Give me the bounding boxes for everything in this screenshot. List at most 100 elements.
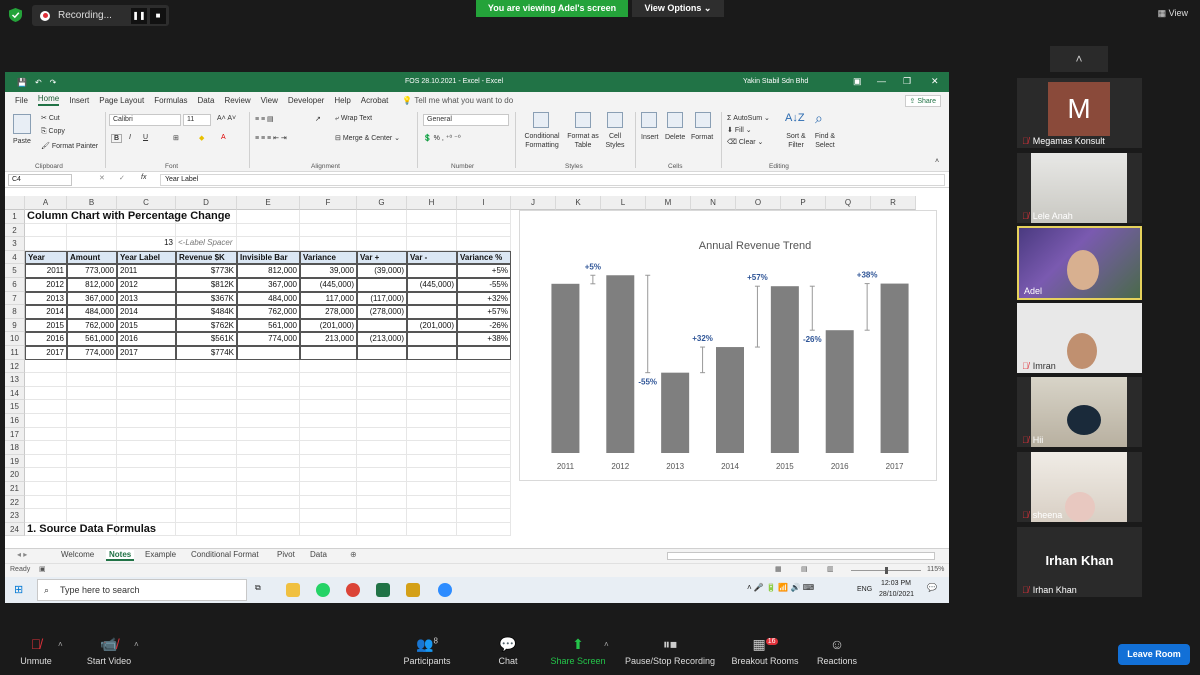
cell[interactable]: [457, 454, 511, 469]
table-cell[interactable]: 2015: [25, 318, 67, 333]
font-size-select[interactable]: 11: [183, 114, 211, 126]
undo-icon[interactable]: ↶: [35, 78, 42, 87]
cell[interactable]: [407, 468, 457, 482]
cell[interactable]: [457, 237, 511, 251]
participants-button[interactable]: 👥8 Participants: [398, 636, 456, 666]
cell[interactable]: [407, 223, 457, 238]
table-header-cell[interactable]: Variance %: [457, 250, 511, 265]
cell[interactable]: [237, 482, 300, 496]
insert-function-icon[interactable]: fx: [141, 174, 146, 181]
format-as-table-button[interactable]: Format as Table: [565, 132, 601, 150]
row-header-9[interactable]: 9: [5, 318, 25, 333]
column-header-a[interactable]: A: [25, 196, 67, 210]
cell[interactable]: [357, 482, 407, 496]
normal-view-icon[interactable]: ▦: [775, 565, 782, 573]
cell[interactable]: [300, 223, 357, 238]
row-header-12[interactable]: 12: [5, 359, 25, 374]
cell[interactable]: [176, 495, 237, 510]
cell[interactable]: [457, 210, 511, 224]
sort-filter-button[interactable]: Sort & Filter: [781, 132, 811, 150]
table-cell[interactable]: [357, 318, 407, 333]
cell[interactable]: [237, 414, 300, 428]
table-header-cell[interactable]: Variance: [300, 250, 357, 265]
cell[interactable]: [176, 441, 237, 455]
column-header-l[interactable]: L: [601, 196, 646, 210]
table-cell[interactable]: $773K: [176, 264, 237, 278]
column-header-e[interactable]: E: [237, 196, 300, 210]
windows-start-icon[interactable]: ⊞: [14, 583, 23, 596]
prev-sheet-icon[interactable]: ◂ ▸: [17, 550, 27, 559]
table-header-cell[interactable]: Year Label: [117, 250, 176, 265]
cell[interactable]: [407, 359, 457, 374]
unmute-button[interactable]: 🎙̸ Unmute: [14, 636, 58, 666]
cell[interactable]: [25, 495, 67, 510]
row-header-15[interactable]: 15: [5, 400, 25, 414]
minimize-button[interactable]: —: [877, 76, 886, 86]
task-view-icon[interactable]: ⧉: [255, 583, 261, 593]
table-cell[interactable]: $812K: [176, 278, 237, 292]
select-all-corner[interactable]: [5, 196, 25, 210]
format-painter-button[interactable]: 🖌 Format Painter: [41, 142, 98, 150]
table-cell[interactable]: $367K: [176, 291, 237, 306]
cell[interactable]: [300, 468, 357, 482]
cell[interactable]: [237, 223, 300, 238]
column-header-d[interactable]: D: [176, 196, 237, 210]
cell[interactable]: [67, 454, 117, 469]
cell[interactable]: [300, 427, 357, 442]
cell[interactable]: [300, 359, 357, 374]
row-header-4[interactable]: 4: [5, 250, 25, 265]
cell[interactable]: [25, 373, 67, 387]
cell[interactable]: [300, 495, 357, 510]
participant-tile-megamas[interactable]: M 🎙̸ Megamas Konsult: [1017, 78, 1142, 148]
cell[interactable]: [357, 373, 407, 387]
table-cell[interactable]: +32%: [457, 291, 511, 306]
column-header-q[interactable]: Q: [826, 196, 871, 210]
participant-tile-irhan[interactable]: Irhan Khan 🎙̸ Irhan Khan: [1017, 527, 1142, 597]
cell[interactable]: [357, 359, 407, 374]
table-cell[interactable]: (117,000): [357, 291, 407, 306]
row-header-7[interactable]: 7: [5, 291, 25, 306]
cell[interactable]: [407, 522, 457, 537]
cell[interactable]: [300, 237, 357, 251]
cell[interactable]: [357, 495, 407, 510]
cell[interactable]: [300, 400, 357, 414]
cell[interactable]: [117, 373, 176, 387]
row-header-19[interactable]: 19: [5, 454, 25, 469]
clear-button[interactable]: ⌫ Clear ⌄: [727, 138, 763, 146]
row-header-8[interactable]: 8: [5, 305, 25, 319]
cell[interactable]: [176, 223, 237, 238]
cell[interactable]: [357, 210, 407, 224]
table-cell[interactable]: 2014: [117, 305, 176, 319]
tab-formulas[interactable]: Formulas: [154, 96, 187, 105]
table-cell[interactable]: 561,000: [237, 318, 300, 333]
conditional-formatting-icon[interactable]: [533, 112, 549, 128]
table-cell[interactable]: -26%: [457, 318, 511, 333]
cell[interactable]: [357, 427, 407, 442]
leave-room-button[interactable]: Leave Room: [1118, 644, 1190, 665]
table-cell[interactable]: 812,000: [67, 278, 117, 292]
cell[interactable]: [67, 359, 117, 374]
find-select-button[interactable]: Find & Select: [809, 132, 841, 150]
cell[interactable]: [357, 454, 407, 469]
column-header-k[interactable]: K: [556, 196, 601, 210]
notifications-icon[interactable]: 💬: [927, 583, 937, 592]
participant-tile-sheena[interactable]: 🎙̸ sheena: [1017, 452, 1142, 522]
cell[interactable]: [237, 441, 300, 455]
cell[interactable]: [117, 400, 176, 414]
row-header-1[interactable]: 1: [5, 210, 25, 224]
cell[interactable]: [237, 427, 300, 442]
cell[interactable]: [176, 373, 237, 387]
section-heading-cell[interactable]: 1. Source Data Formulas: [25, 523, 300, 537]
table-cell[interactable]: $484K: [176, 305, 237, 319]
table-cell[interactable]: 2011: [117, 264, 176, 278]
tab-home[interactable]: Home: [37, 94, 60, 106]
cell[interactable]: [357, 522, 407, 537]
orientation-icon[interactable]: ↗: [315, 115, 321, 123]
row-header-2[interactable]: 2: [5, 223, 25, 238]
table-cell[interactable]: 2012: [117, 278, 176, 292]
cell[interactable]: [117, 359, 176, 374]
insert-cells-icon[interactable]: [641, 112, 657, 128]
tab-developer[interactable]: Developer: [288, 96, 324, 105]
cell[interactable]: [457, 509, 511, 523]
cell[interactable]: [300, 373, 357, 387]
